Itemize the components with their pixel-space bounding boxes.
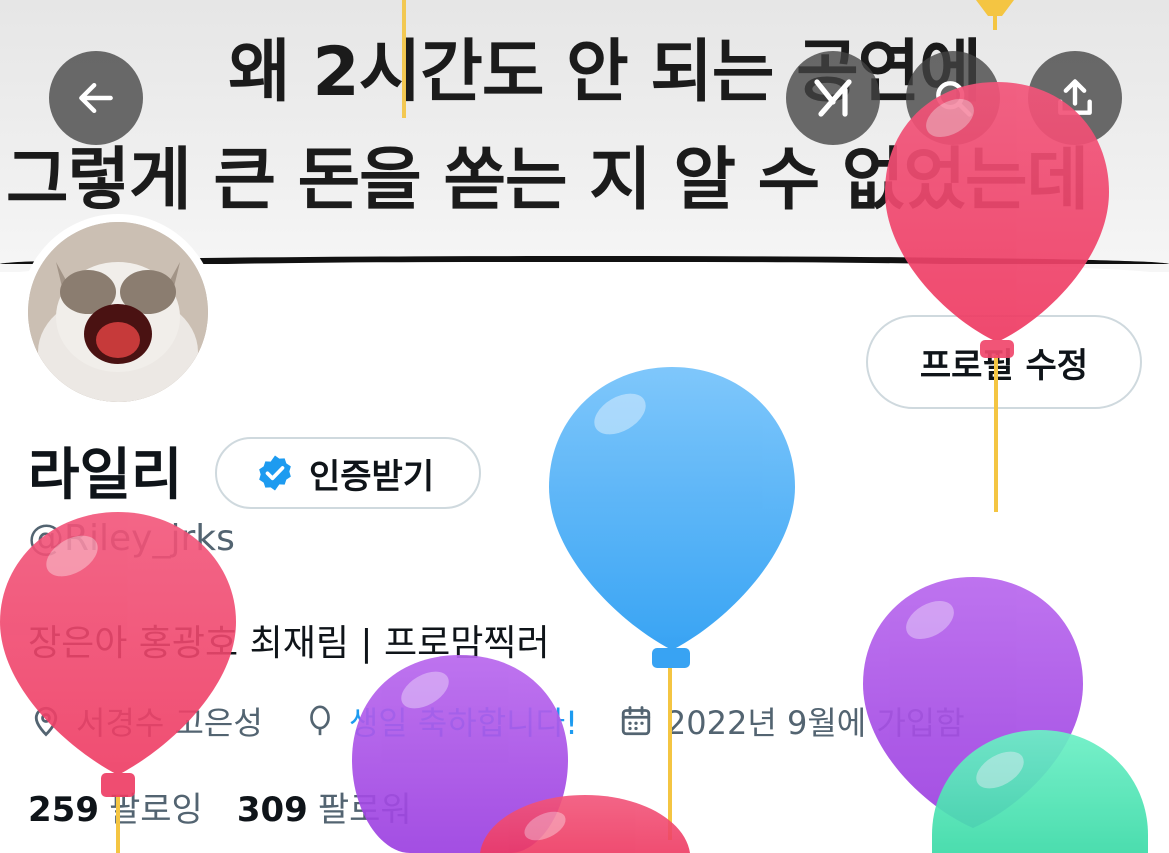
location-text: 서경수 고은성 — [76, 704, 263, 742]
joined-text: 2022년 9월에 가입함 — [665, 704, 965, 742]
location-pin-icon — [34, 706, 58, 737]
blue-balloon — [549, 367, 795, 668]
share-icon — [1058, 79, 1092, 115]
grok-button[interactable] — [786, 51, 880, 145]
calendar-icon — [621, 706, 651, 736]
arrow-left-icon — [79, 82, 113, 114]
joined-item: 2022년 9월에 가입함 — [618, 698, 965, 744]
search-button[interactable] — [906, 51, 1000, 145]
display-name: 라일리 — [28, 443, 183, 508]
avatar-image — [28, 222, 208, 402]
banner-text-line2: 그렇게 큰 돈을 쏟는 지 알 수 없었는데 — [6, 141, 1089, 220]
following-label: 팔로잉 — [108, 790, 203, 830]
grok-icon — [814, 79, 852, 117]
verified-badge-icon — [259, 455, 291, 491]
share-button[interactable] — [1028, 51, 1122, 145]
user-bio: 장은아 홍광호 최재림 | 프로맘찍러 — [28, 623, 550, 664]
follow-stats: 259 팔로잉 309 팔로워 — [28, 782, 412, 831]
get-verified-label: 인증받기 — [309, 456, 435, 497]
followers-count: 309 — [236, 790, 308, 830]
profile-banner[interactable]: 왜 2시간도 안 되는 공연에 그렇게 큰 돈을 쏟는 지 알 수 없었는데 — [0, 0, 1169, 272]
get-verified-button[interactable]: 인증받기 — [215, 437, 481, 509]
edit-profile-button[interactable]: 프로필 수정 — [866, 315, 1142, 409]
profile-avatar[interactable] — [20, 214, 216, 410]
green-balloon — [932, 730, 1148, 853]
profile-meta: 서경수 고은성 생일 축하합니다! 2022년 9월에 가입함 — [28, 696, 1005, 746]
search-icon — [936, 81, 972, 117]
following-link[interactable]: 259 팔로잉 — [28, 782, 203, 831]
birthday-item[interactable]: 생일 축하합니다! — [303, 698, 578, 744]
location-item: 서경수 고은성 — [28, 698, 263, 744]
balloon-icon — [309, 705, 330, 736]
followers-label: 팔로워 — [317, 790, 412, 830]
back-button[interactable] — [49, 51, 143, 145]
red-balloon-bottom — [480, 795, 690, 853]
birthday-text[interactable]: 생일 축하합니다! — [349, 698, 578, 744]
user-handle: @Riley_jrks — [28, 518, 235, 559]
followers-link[interactable]: 309 팔로워 — [237, 782, 412, 831]
following-count: 259 — [28, 790, 99, 830]
